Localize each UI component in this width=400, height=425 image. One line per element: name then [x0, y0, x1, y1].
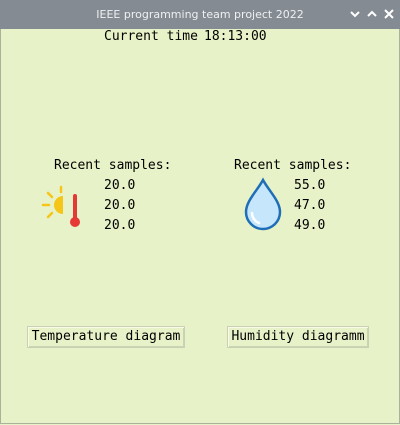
temperature-diagram-button[interactable]: Temperature diagram: [27, 326, 185, 348]
app-window: Current time 18:13:00 Recent samples: 20…: [0, 29, 400, 424]
maximize-icon[interactable]: [365, 7, 379, 21]
humidity-diagram-button[interactable]: Humidity diagramm: [227, 326, 369, 348]
clock-value: 18:13:00: [204, 29, 267, 44]
window-titlebar[interactable]: IEEE programming team project 2022: [0, 0, 400, 29]
humidity-sample: 49.0: [294, 218, 326, 233]
sun-thermometer-icon: [41, 182, 85, 234]
water-drop-icon: [243, 177, 283, 235]
window-title: IEEE programming team project 2022: [96, 8, 304, 21]
minimize-icon[interactable]: [348, 7, 362, 21]
humidity-sample-list: 55.0 47.0 49.0: [294, 176, 325, 236]
temperature-sample: 20.0: [104, 178, 136, 193]
temperature-sample-list: 20.0 20.0 20.0: [104, 176, 135, 236]
clock-label: Current time: [104, 29, 198, 44]
temperature-samples-heading: Recent samples:: [54, 158, 172, 173]
humidity-sample: 47.0: [294, 198, 326, 213]
temperature-sample: 20.0: [104, 218, 136, 233]
humidity-samples-heading: Recent samples:: [234, 158, 352, 173]
clock-row: Current time 18:13:00: [1, 29, 400, 45]
close-icon[interactable]: [382, 7, 396, 21]
humidity-sample: 55.0: [294, 178, 326, 193]
temperature-sample: 20.0: [104, 198, 136, 213]
